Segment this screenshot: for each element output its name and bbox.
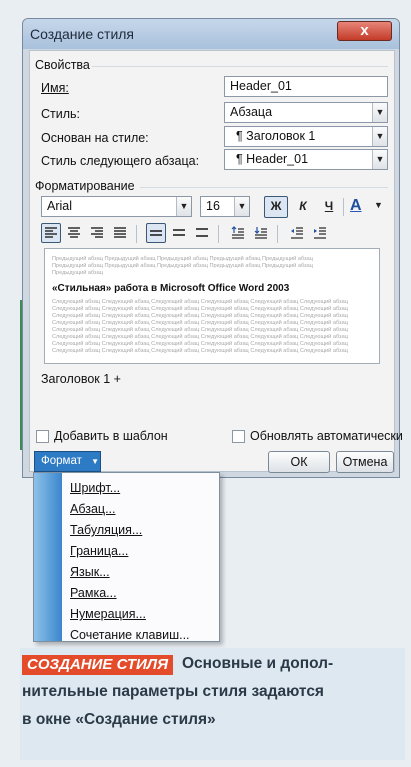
menu-item-shortcut-keys[interactable]: Сочетание клавиш...	[70, 628, 190, 642]
add-to-template-checkbox[interactable]	[36, 430, 49, 443]
auto-update-checkbox[interactable]	[232, 430, 245, 443]
chevron-down-icon: ▼	[91, 457, 99, 466]
preview-previous-paragraph: Предыдущий абзац Предыдущий абзац Предыд…	[52, 263, 313, 269]
name-label: Имя:	[41, 81, 69, 95]
group-divider	[140, 187, 388, 188]
based-on-value: ¶ Заголовок 1	[236, 129, 316, 143]
preview-previous-paragraph: Предыдущий абзац Предыдущий абзац Предыд…	[52, 256, 313, 262]
menu-icon-strip	[34, 473, 62, 641]
font-value: Arial	[47, 199, 73, 213]
auto-update-label[interactable]: Обновлять автоматически	[250, 429, 403, 443]
menu-item-paragraph[interactable]: Абзац...	[70, 502, 115, 516]
menu-item-border[interactable]: Граница...	[70, 544, 128, 558]
font-select[interactable]: Arial	[41, 196, 192, 217]
caption-line-3: в окне «Создание стиля»	[22, 711, 216, 728]
add-to-template-label[interactable]: Добавить в шаблон	[54, 429, 168, 443]
toolbar-separator	[277, 225, 278, 243]
bold-button[interactable]: Ж	[264, 196, 288, 218]
next-style-label: Стиль следующего абзаца:	[41, 154, 200, 168]
caption-line-2: нительные параметры стиля задаются	[22, 683, 324, 700]
menu-item-frame[interactable]: Рамка...	[70, 586, 117, 600]
based-on-label: Основан на стиле:	[41, 131, 149, 145]
dialog-title: Создание стиля	[30, 26, 135, 42]
preview-next-paragraph: Следующий абзац Следующий абзац Следующи…	[52, 306, 348, 312]
preview-next-paragraph: Следующий абзац Следующий абзац Следующи…	[52, 313, 348, 319]
align-left-icon[interactable]	[41, 223, 61, 243]
close-button[interactable]: x	[337, 21, 392, 41]
properties-group-label: Свойства	[35, 58, 90, 72]
font-color-button[interactable]: А	[350, 197, 372, 219]
single-spacing-icon[interactable]	[146, 223, 166, 243]
next-style-value: ¶ Header_01	[236, 152, 309, 166]
increase-indent-icon[interactable]	[310, 223, 330, 243]
toolbar-separator	[136, 225, 137, 243]
style-type-value: Абзаца	[230, 105, 273, 119]
cancel-button[interactable]: Отмена	[336, 451, 394, 473]
formatting-group-label: Форматирование	[35, 179, 135, 193]
menu-item-font[interactable]: Шрифт...	[70, 481, 120, 495]
double-spacing-icon[interactable]	[192, 223, 212, 243]
style-label: Стиль:	[41, 107, 81, 121]
preview-sample-text: «Стильная» работа в Microsoft Office Wor…	[52, 283, 290, 294]
underline-button[interactable]: Ч	[318, 196, 340, 218]
toolbar-separator	[343, 198, 344, 216]
font-dropdown-icon[interactable]: ▼	[176, 197, 191, 216]
preview-next-paragraph: Следующий абзац Следующий абзац Следующи…	[52, 348, 348, 354]
caption-line-1: Основные и допол-	[182, 655, 334, 672]
preview-next-paragraph: Следующий абзац Следующий абзац Следующи…	[52, 341, 348, 347]
style-type-dropdown-icon[interactable]: ▼	[372, 103, 387, 122]
preview-previous-paragraph-short: Предыдущий абзац	[52, 270, 103, 276]
preview-next-paragraph: Следующий абзац Следующий абзац Следующи…	[52, 327, 348, 333]
one-half-spacing-icon[interactable]	[169, 223, 189, 243]
preview-next-paragraph: Следующий абзац Следующий абзац Следующи…	[52, 334, 348, 340]
align-justify-icon[interactable]	[110, 223, 130, 243]
align-right-icon[interactable]	[87, 223, 107, 243]
preview-next-paragraph: Следующий абзац Следующий абзац Следующи…	[52, 299, 348, 305]
space-before-decrease-icon[interactable]	[251, 223, 271, 243]
space-before-increase-icon[interactable]	[228, 223, 248, 243]
menu-item-tabs[interactable]: Табуляция...	[70, 523, 142, 537]
caption-tag: СОЗДАНИЕ СТИЛЯ	[22, 655, 174, 675]
next-style-select[interactable]: ¶ Header_01	[224, 149, 388, 170]
group-divider	[92, 66, 388, 67]
align-center-icon[interactable]	[64, 223, 84, 243]
toolbar-separator	[218, 225, 219, 243]
format-button[interactable]: Формат ▼	[34, 451, 101, 472]
next-style-dropdown-icon[interactable]: ▼	[372, 150, 387, 169]
font-color-dropdown-icon[interactable]: ▼	[374, 200, 383, 210]
based-on-select[interactable]: ¶ Заголовок 1	[224, 126, 388, 147]
italic-button[interactable]: К	[292, 196, 314, 218]
ok-button[interactable]: ОК	[268, 451, 330, 473]
style-description: Заголовок 1 +	[41, 372, 121, 386]
preview-next-paragraph: Следующий абзац Следующий абзац Следующи…	[52, 320, 348, 326]
style-type-select[interactable]: Абзаца	[224, 102, 388, 123]
font-size-value: 16	[206, 199, 220, 213]
based-on-dropdown-icon[interactable]: ▼	[372, 127, 387, 146]
font-size-dropdown-icon[interactable]: ▼	[234, 197, 249, 216]
menu-item-numbering[interactable]: Нумерация...	[70, 607, 146, 621]
decrease-indent-icon[interactable]	[287, 223, 307, 243]
name-input[interactable]: Header_01	[224, 76, 388, 97]
menu-item-language[interactable]: Язык...	[70, 565, 110, 579]
format-button-label: Формат	[41, 455, 82, 467]
